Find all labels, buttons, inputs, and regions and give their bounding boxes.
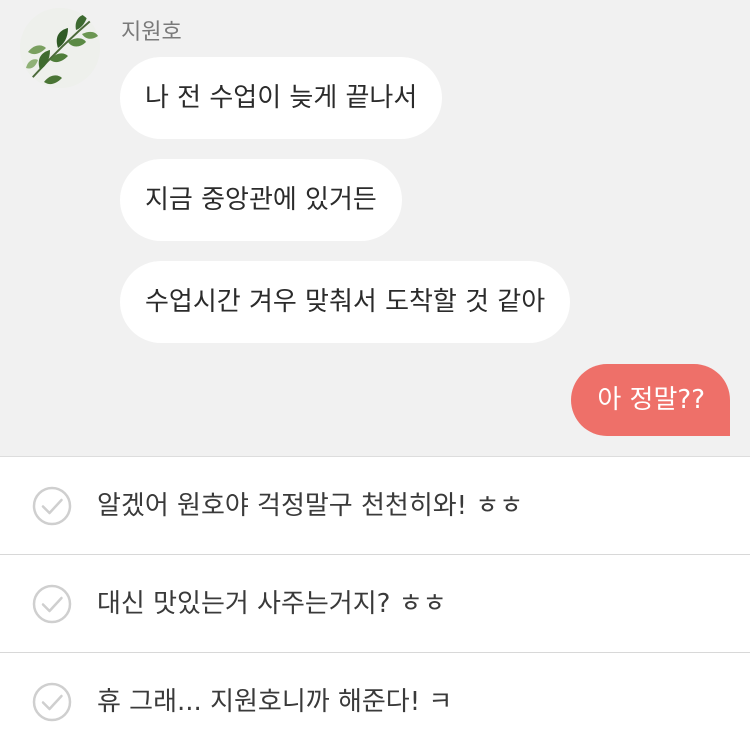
avatar[interactable] [20,8,100,88]
my-message-bubble: 아 정말?? [571,364,730,436]
check-circle-icon [32,682,72,722]
message-bubble: 지금 중앙관에 있거든 [120,159,402,241]
reply-option[interactable]: 알겠어 원호야 걱정말구 천천히와! ㅎㅎ [0,457,750,555]
plant-leaves-icon [20,8,100,88]
reply-option-text: 휴 그래... 지원호니까 해준다! ㅋ [97,687,453,717]
reply-options: 알겠어 원호야 걱정말구 천천히와! ㅎㅎ 대신 맛있는거 사주는거지? ㅎㅎ … [0,456,750,745]
reply-option-text: 대신 맛있는거 사주는거지? ㅎㅎ [97,589,447,619]
sender-name: 지원호 [121,20,182,45]
reply-option[interactable]: 대신 맛있는거 사주는거지? ㅎㅎ [0,555,750,653]
chat-area: 지원호 나 전 수업이 늦게 끝나서 지금 중앙관에 있거든 수업시간 겨우 맞… [0,0,750,456]
check-circle-icon [32,584,72,624]
reply-option[interactable]: 휴 그래... 지원호니까 해준다! ㅋ [0,653,750,751]
message-bubble: 수업시간 겨우 맞춰서 도착할 것 같아 [120,261,571,343]
reply-option-text: 알겠어 원호야 걱정말구 천천히와! ㅎㅎ [97,491,524,521]
check-circle-icon [32,486,72,526]
message-bubble: 나 전 수업이 늦게 끝나서 [120,57,443,139]
